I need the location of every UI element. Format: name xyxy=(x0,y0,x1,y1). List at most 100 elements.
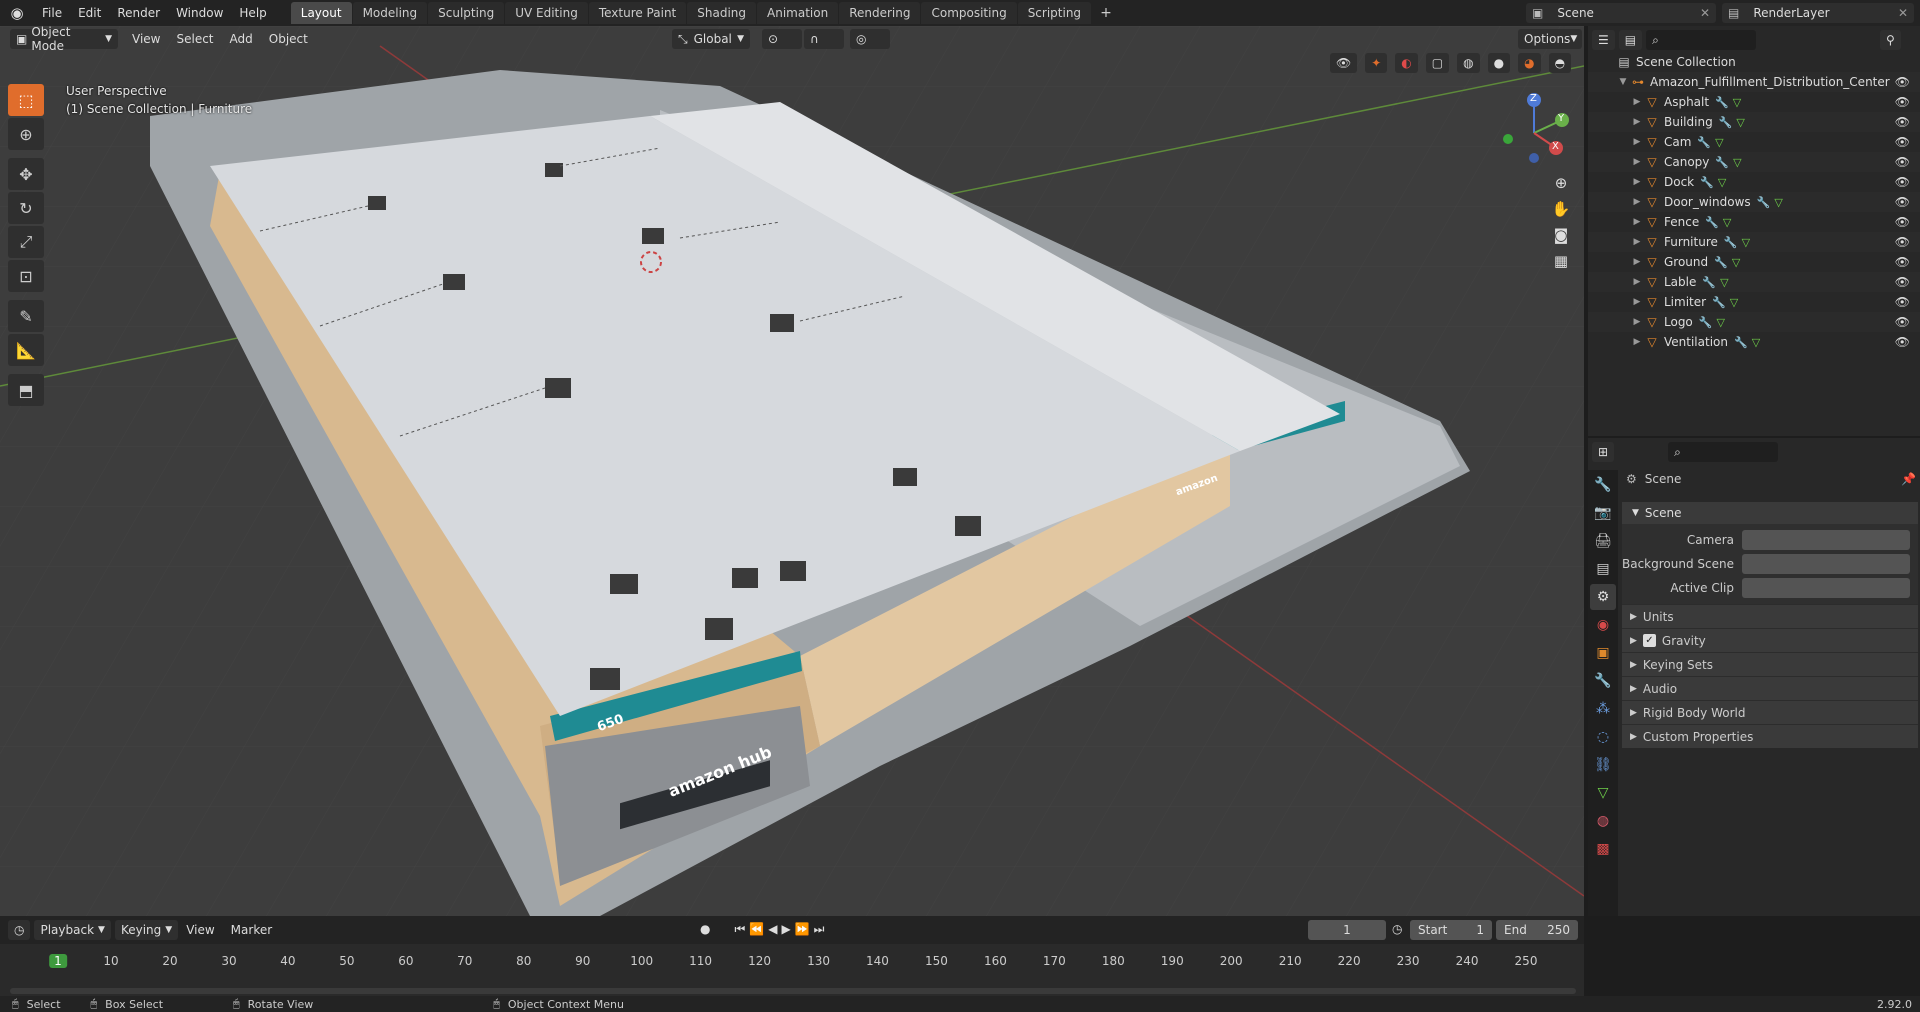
properties-search-input[interactable]: ⌕ xyxy=(1668,442,1779,462)
measure-tool-icon[interactable]: 📐 xyxy=(8,334,44,366)
snap-toggle[interactable]: ∩ xyxy=(804,29,844,49)
particles-tab-icon[interactable]: ⁂ xyxy=(1590,696,1616,722)
outliner-object-row[interactable]: ▶ ▽ Door_windows 🔧 ▽ 👁 xyxy=(1588,192,1920,212)
material-tab-icon[interactable]: ◍ xyxy=(1590,808,1616,834)
mesh-data-icon[interactable]: ▽ xyxy=(1715,136,1723,149)
modifier-icon[interactable]: 🔧 xyxy=(1699,316,1713,329)
expand-arrow-icon[interactable]: ▶ xyxy=(1630,337,1644,347)
timeline-editor-icon[interactable]: ◷ xyxy=(8,920,31,940)
eye-icon[interactable]: 👁 xyxy=(1895,195,1910,209)
playback-menu[interactable]: Playback ▼ xyxy=(34,920,111,940)
expand-arrow-icon[interactable]: ▶ xyxy=(1630,297,1644,307)
xray-icon[interactable]: ▢ xyxy=(1425,53,1450,73)
mesh-data-icon[interactable]: ▽ xyxy=(1720,276,1728,289)
rigid-body-world-panel[interactable]: ▶ Rigid Body World xyxy=(1622,700,1918,724)
mesh-data-icon[interactable]: ▽ xyxy=(1723,216,1731,229)
modifier-icon[interactable]: 🔧 xyxy=(1714,256,1728,269)
menu-edit[interactable]: Edit xyxy=(70,0,109,26)
expand-arrow-icon[interactable]: ▶ xyxy=(1630,117,1644,127)
zoom-icon[interactable]: ⊕ xyxy=(1548,170,1574,196)
expand-arrow-icon[interactable]: ▶ xyxy=(1630,257,1644,267)
eye-icon[interactable]: 👁 xyxy=(1895,235,1910,249)
camera-view-icon[interactable]: ◙ xyxy=(1548,222,1574,248)
gravity-checkbox[interactable]: ✓ xyxy=(1642,634,1656,647)
eye-icon[interactable]: 👁 xyxy=(1895,215,1910,229)
outliner-search-input[interactable]: ⌕ xyxy=(1646,30,1757,50)
editor-type-icon[interactable]: ☰ xyxy=(1592,30,1615,50)
eye-icon[interactable]: 👁 xyxy=(1895,135,1910,149)
menu-select[interactable]: Select xyxy=(168,32,221,46)
eye-icon[interactable]: 👁 xyxy=(1895,295,1910,309)
scene-panel-header[interactable]: ▼ Scene xyxy=(1622,502,1918,524)
close-icon[interactable]: ✕ xyxy=(1898,6,1908,20)
modifier-icon[interactable]: 🔧 xyxy=(1719,116,1733,129)
physics-tab-icon[interactable]: ◌ xyxy=(1590,724,1616,750)
jump-start-icon[interactable]: ⏮ xyxy=(734,922,745,937)
menu-add[interactable]: Add xyxy=(222,32,261,46)
outliner-object-row[interactable]: ▶ ▽ Lable 🔧 ▽ 👁 xyxy=(1588,272,1920,292)
tab-layout[interactable]: Layout xyxy=(290,2,352,24)
visibility-icon[interactable]: 👁 xyxy=(1330,53,1358,73)
scale-tool-icon[interactable]: ⤢ xyxy=(8,226,44,258)
outliner-object-row[interactable]: ▶ ▽ Asphalt 🔧 ▽ 👁 xyxy=(1588,92,1920,112)
annotate-tool-icon[interactable]: ✎ xyxy=(8,300,44,332)
units-panel[interactable]: ▶ Units xyxy=(1622,604,1918,628)
mode-selector[interactable]: ▣ Object Mode ▼ xyxy=(10,25,118,53)
scene-selector[interactable]: ▣ Scene ✕ xyxy=(1526,3,1716,23)
eye-icon[interactable]: 👁 xyxy=(1895,95,1910,109)
expand-arrow-icon[interactable]: ▶ xyxy=(1630,237,1644,247)
eye-icon[interactable]: 👁 xyxy=(1895,115,1910,129)
eye-icon[interactable]: 👁 xyxy=(1895,315,1910,329)
add-cube-tool-icon[interactable]: ⬒ xyxy=(8,374,44,406)
select-box-tool-icon[interactable]: ⬚ xyxy=(8,84,44,116)
pan-hand-icon[interactable]: ✋ xyxy=(1548,196,1574,222)
expand-arrow-icon[interactable]: ▶ xyxy=(1630,317,1644,327)
options-button[interactable]: Options ▼ xyxy=(1518,29,1582,49)
texture-tab-icon[interactable]: ▩ xyxy=(1590,836,1616,862)
start-frame-field[interactable]: Start 1 xyxy=(1410,920,1492,940)
expand-arrow-icon[interactable]: ▶ xyxy=(1630,137,1644,147)
modifier-icon[interactable]: 🔧 xyxy=(1715,96,1729,109)
tab-shading[interactable]: Shading xyxy=(687,2,756,24)
expand-arrow-icon[interactable]: ▼ xyxy=(1616,77,1630,87)
play-icon[interactable]: ▶ xyxy=(781,922,790,937)
mesh-data-icon[interactable]: ▽ xyxy=(1730,296,1738,309)
expand-arrow-icon[interactable]: ▶ xyxy=(1630,197,1644,207)
modifier-icon[interactable]: 🔧 xyxy=(1724,236,1738,249)
blender-logo-icon[interactable]: ◉ xyxy=(0,0,34,26)
modifier-icon[interactable]: 🔧 xyxy=(1712,296,1726,309)
object-tab-icon[interactable]: ▣ xyxy=(1590,640,1616,666)
solid-shading-icon[interactable]: ● xyxy=(1487,53,1511,73)
modifier-icon[interactable]: 🔧 xyxy=(1757,196,1771,209)
eye-icon[interactable]: 👁 xyxy=(1895,175,1910,189)
tab-modeling[interactable]: Modeling xyxy=(352,2,428,24)
pivot-point-selector[interactable]: ⊙ xyxy=(762,29,802,49)
ortho-grid-icon[interactable]: ▦ xyxy=(1548,248,1574,274)
modifier-icon[interactable]: 🔧 xyxy=(1734,336,1748,349)
wireframe-shading-icon[interactable]: ◍ xyxy=(1457,53,1480,73)
view-layer-selector[interactable]: ▤ RenderLayer ✕ xyxy=(1722,3,1914,23)
end-frame-field[interactable]: End 250 xyxy=(1496,920,1578,940)
overlay-toggle-icon[interactable]: ◐ xyxy=(1395,53,1418,73)
filter-icon[interactable]: ⚲ xyxy=(1880,30,1901,50)
mesh-data-icon[interactable]: ▽ xyxy=(1742,236,1750,249)
expand-arrow-icon[interactable]: ▶ xyxy=(1630,157,1644,167)
eye-icon[interactable]: 👁 xyxy=(1895,255,1910,269)
proportional-edit-toggle[interactable]: ◎ xyxy=(850,29,890,49)
outliner-object-row[interactable]: ▶ ▽ Ventilation 🔧 ▽ 👁 xyxy=(1588,332,1920,352)
collection-row[interactable]: ▼ ⊶ Amazon_Fulfillment_Distribution_Cent… xyxy=(1588,72,1920,92)
expand-arrow-icon[interactable]: ▶ xyxy=(1630,97,1644,107)
next-keyframe-icon[interactable]: ⏩ xyxy=(795,922,810,937)
add-workspace-button[interactable]: + xyxy=(1092,5,1120,21)
editor-type-icon[interactable]: ⊞ xyxy=(1592,442,1615,462)
camera-field[interactable] xyxy=(1742,530,1910,550)
eye-icon[interactable]: 👁 xyxy=(1895,275,1910,289)
3d-viewport[interactable]: 650 amazon hub amazon User Perspective (… xyxy=(0,26,1584,916)
pin-icon[interactable]: 📌 xyxy=(1901,472,1916,486)
tab-rendering[interactable]: Rendering xyxy=(839,2,921,24)
mesh-data-icon[interactable]: ▽ xyxy=(1733,156,1741,169)
expand-arrow-icon[interactable]: ▶ xyxy=(1630,217,1644,227)
timeline-track[interactable]: 1 10 20 30 40 50 60 70 80 90 100 110 120 130 140 150 160… xyxy=(0,944,1584,996)
outliner-object-row[interactable]: ▶ ▽ Ground 🔧 ▽ 👁 xyxy=(1588,252,1920,272)
menu-view[interactable]: View xyxy=(124,32,168,46)
